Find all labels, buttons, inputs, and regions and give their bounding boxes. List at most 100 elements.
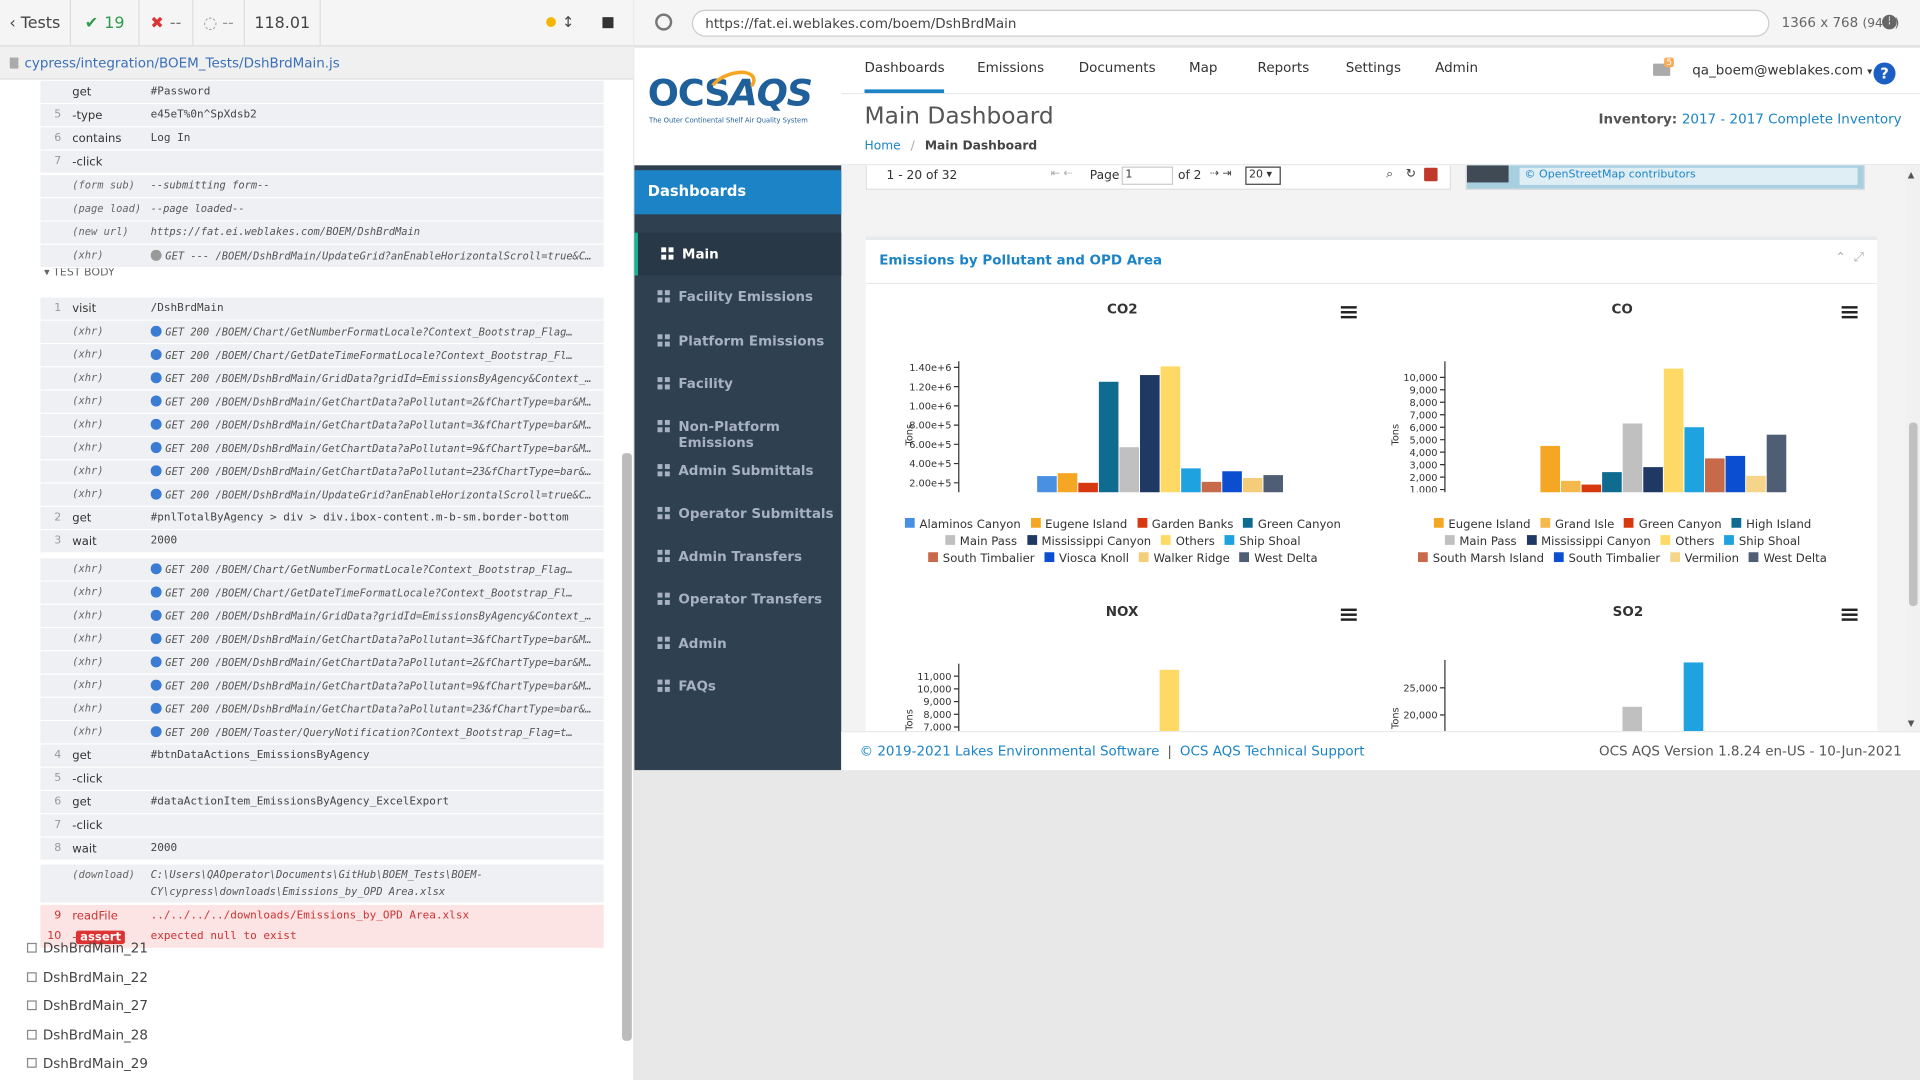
scroll-down-icon[interactable]: ▼ — [1908, 719, 1915, 729]
command-row[interactable]: (download) C:\Users\QAOperator\Documents\… — [40, 864, 604, 904]
command-row[interactable]: (xhr) GET 200 /BOEM/DshBrdMain/GetChartDa… — [40, 437, 604, 461]
legend-item[interactable]: Others — [1160, 534, 1215, 551]
chart-menu-icon[interactable] — [1841, 608, 1858, 621]
nav-dashboards[interactable]: Dashboards — [864, 60, 945, 94]
command-row[interactable]: (xhr) GET 200 /BOEM/DshBrdMain/GetChartDa… — [40, 390, 604, 414]
bar-south-marsh-island[interactable] — [1704, 458, 1725, 493]
command-row[interactable]: (xhr) GET 200 /BOEM/DshBrdMain/GetChartDa… — [40, 460, 604, 484]
back-to-tests-button[interactable]: ‹ Tests — [0, 0, 72, 47]
command-log-scrollbar[interactable] — [622, 453, 632, 1041]
search-icon[interactable]: ⌕ — [1386, 168, 1393, 181]
logo[interactable]: OCSAQS The Outer Continental Shelf Air Q… — [634, 47, 842, 166]
bar-south-timbalier[interactable] — [1201, 481, 1222, 493]
chart-menu-icon[interactable] — [1841, 306, 1858, 319]
sidebar-item-faqs[interactable]: FAQs — [634, 665, 841, 708]
legend-item[interactable]: Mississippi Canyon — [1026, 534, 1151, 551]
refresh-icon[interactable]: ↻ — [1406, 168, 1416, 181]
legend-item[interactable]: High Island — [1731, 517, 1811, 534]
chart-menu-icon[interactable] — [1340, 608, 1357, 621]
command-row[interactable]: 5 -click — [40, 767, 604, 792]
legend-item[interactable]: Walker Ridge — [1138, 551, 1230, 568]
legend-item[interactable]: Grand Isle — [1540, 517, 1614, 534]
bar-west-delta[interactable] — [1263, 475, 1284, 493]
command-row[interactable]: (xhr) GET 200 /BOEM/DshBrdMain/GridData?g… — [40, 367, 604, 391]
map-preview[interactable]: © OpenStreetMap contributors — [1465, 165, 1865, 190]
command-row[interactable]: 7 -click — [40, 150, 604, 174]
bar-ship-shoal[interactable] — [1684, 427, 1705, 493]
content-scrollbar[interactable]: ▲ ▼ — [1905, 165, 1920, 732]
breadcrumb-home[interactable]: Home — [864, 140, 900, 153]
command-row[interactable]: 4 get #btnDataActions_EmissionsByAgency — [40, 744, 604, 768]
legend-item[interactable]: Main Pass — [1444, 534, 1517, 551]
pager-next-last-icons[interactable]: ⇢ ⇥ — [1210, 168, 1232, 180]
command-row[interactable]: (xhr) GET 200 /BOEM/DshBrdMain/GetChartDa… — [40, 697, 604, 722]
bar-others[interactable] — [1160, 366, 1181, 493]
chart-menu-icon[interactable] — [1340, 306, 1357, 319]
bar-green-canyon[interactable] — [1098, 381, 1119, 493]
command-row[interactable]: (xhr) GET 200 /BOEM/Chart/GetDateTimeForm… — [40, 344, 604, 368]
legend-item[interactable]: Eugene Island — [1030, 517, 1127, 534]
legend-item[interactable]: West Delta — [1239, 551, 1318, 568]
sidebar-item-non-platform-emissions[interactable]: Non-Platform Emissions — [634, 406, 841, 451]
command-row[interactable]: (xhr) GET 200 /BOEM/DshBrdMain/UpdateGrid… — [40, 483, 604, 507]
bar-vermilion[interactable] — [1746, 475, 1766, 493]
nav-reports[interactable]: Reports — [1258, 60, 1310, 76]
sidebar-item-main[interactable]: Main — [634, 232, 842, 276]
user-menu[interactable]: qa_boem@weblakes.com ▾ — [1692, 62, 1872, 78]
scrollbar-thumb[interactable] — [1908, 422, 1918, 607]
sidebar-item-operator-submittals[interactable]: Operator Submittals — [634, 492, 841, 535]
sidebar-item-admin-submittals[interactable]: Admin Submittals — [634, 449, 841, 492]
bar-grand-isle[interactable] — [1560, 480, 1581, 493]
command-row[interactable]: 8 wait 2000 — [40, 837, 604, 861]
bar-others[interactable] — [1663, 368, 1684, 493]
spec-path[interactable]: cypress/integration/BOEM_Tests/DshBrdMai… — [0, 46, 634, 80]
map-attribution[interactable]: © OpenStreetMap contributors — [1519, 167, 1858, 185]
bar-mississippi-canyon[interactable] — [1140, 375, 1160, 493]
copyright-link[interactable]: © 2019-2021 Lakes Environmental Software — [860, 743, 1160, 759]
legend-item[interactable]: Green Canyon — [1243, 517, 1341, 534]
pager-size-select[interactable]: 20 ▾ — [1245, 166, 1281, 185]
bar-west-delta[interactable] — [1766, 434, 1787, 493]
sidebar-item-operator-transfers[interactable]: Operator Transfers — [634, 578, 841, 621]
legend-item[interactable]: Main Pass — [945, 534, 1017, 551]
pager-page-input[interactable]: 1 — [1121, 166, 1174, 185]
bar-eugene-island[interactable] — [1540, 445, 1561, 493]
auto-scroll-icon[interactable]: ↕ — [562, 13, 574, 30]
scroll-up-icon[interactable]: ▲ — [1908, 170, 1915, 180]
legend-item[interactable]: Vermilion — [1669, 551, 1739, 568]
aut-url[interactable]: https://fat.ei.weblakes.com/boem/DshBrdM… — [691, 9, 1770, 37]
collapse-icon[interactable]: ⌃ — [1836, 251, 1846, 264]
command-row[interactable]: (xhr) GET 200 /BOEM/Chart/GetNumberFormat… — [40, 320, 604, 345]
bar-mississippi-canyon[interactable] — [1643, 467, 1663, 493]
test-item[interactable]: DshBrdMain_21 — [26, 940, 148, 956]
sidebar-item-facility-emissions[interactable]: Facility Emissions — [634, 276, 841, 319]
command-row[interactable]: (xhr) GET 200 /BOEM/Chart/GetNumberFormat… — [40, 558, 604, 582]
legend-item[interactable]: South Timbalier — [1553, 551, 1660, 568]
expand-icon[interactable]: ⤢ — [1854, 251, 1864, 264]
bar-high-island[interactable] — [1602, 472, 1622, 493]
nav-documents[interactable]: Documents — [1079, 60, 1156, 76]
legend-item[interactable]: South Marsh Island — [1418, 551, 1544, 568]
export-icon[interactable] — [1424, 167, 1438, 182]
command-row[interactable]: get #Password — [40, 80, 604, 105]
test-item[interactable]: DshBrdMain_29 — [26, 1056, 148, 1071]
legend-item[interactable]: Eugene Island — [1433, 517, 1530, 534]
pager-first-prev-icons[interactable]: ⇤ ⇠ — [1051, 168, 1073, 180]
sidebar-item-facility[interactable]: Facility — [634, 362, 841, 405]
legend-item[interactable]: Mississippi Canyon — [1526, 534, 1651, 551]
bar-viosca-knoll[interactable] — [1222, 471, 1242, 493]
command-row[interactable]: 6 get #dataActionItem_EmissionsByAgency_Ex… — [40, 791, 604, 815]
bar-main-pass[interactable] — [1119, 447, 1140, 493]
command-row[interactable]: (xhr) GET 200 /BOEM/Chart/GetDateTimeForm… — [40, 581, 604, 605]
legend-item[interactable]: Others — [1660, 534, 1714, 551]
legend-item[interactable]: Viosca Knoll — [1044, 551, 1129, 568]
support-link[interactable]: OCS AQS Technical Support — [1180, 743, 1365, 759]
sidebar-item-platform-emissions[interactable]: Platform Emissions — [634, 319, 841, 362]
nav-admin[interactable]: Admin — [1435, 60, 1478, 76]
sidebar-title[interactable]: Dashboards — [634, 170, 842, 215]
command-row[interactable]: 5 -type e45eT%0n^SpXdsb2 — [40, 104, 604, 128]
command-row[interactable]: (xhr) GET 200 /BOEM/DshBrdMain/GetChartDa… — [40, 413, 604, 438]
command-row[interactable]: (new url) https://fat.ei.weblakes.com/BOE… — [40, 221, 604, 245]
command-row[interactable]: 7 -click — [40, 814, 604, 838]
sidebar-item-admin-transfers[interactable]: Admin Transfers — [634, 535, 841, 578]
